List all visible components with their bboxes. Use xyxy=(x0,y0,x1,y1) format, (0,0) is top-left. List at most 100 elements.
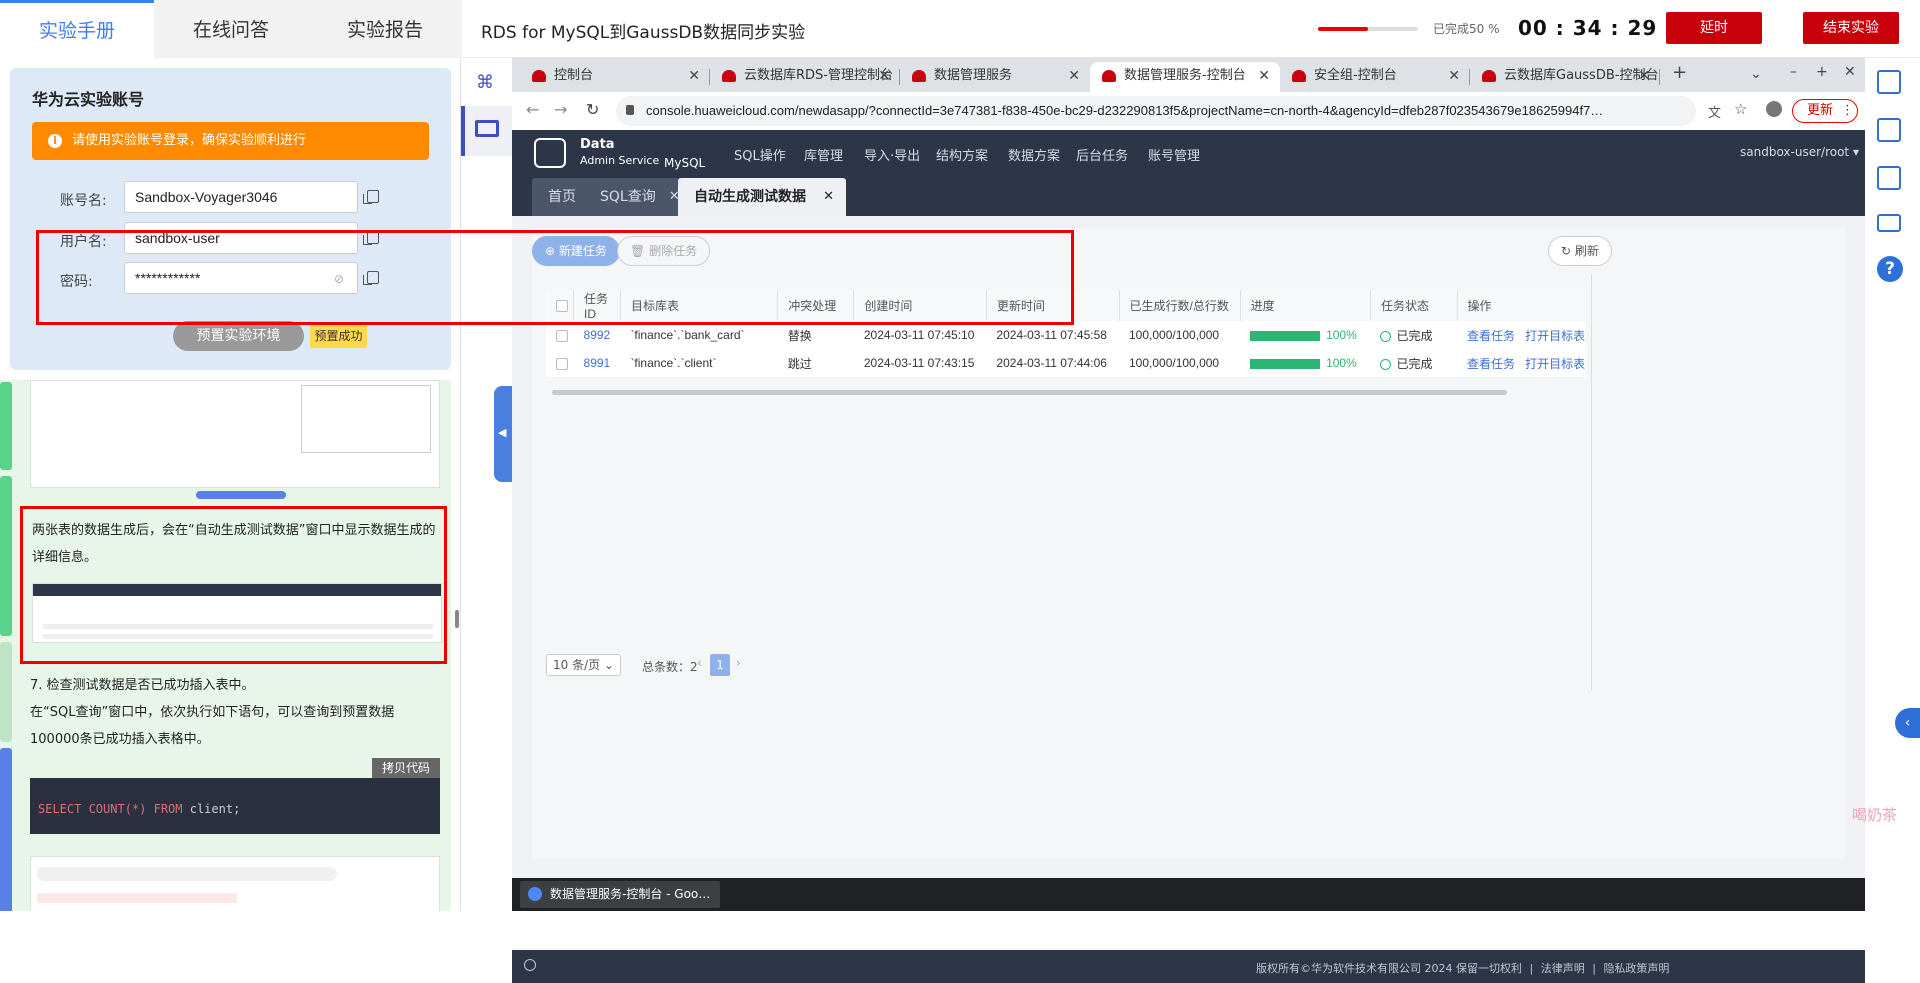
created-time: 2024-03-11 07:45:10 xyxy=(863,328,975,342)
tab-auto-generate[interactable]: 自动生成测试数据 ✕ xyxy=(678,178,846,216)
profile-icon[interactable] xyxy=(1766,101,1782,117)
new-tab-icon[interactable]: + xyxy=(1672,62,1687,83)
open-table-link[interactable]: 打开目标表 xyxy=(1525,329,1585,343)
account-field[interactable]: Sandbox-Voyager3046 xyxy=(124,181,358,213)
fullscreen-icon[interactable] xyxy=(1877,70,1901,94)
maximize-icon[interactable]: + xyxy=(1816,64,1828,80)
tab-sql-query-label: SQL查询 xyxy=(600,189,656,205)
progress-percent: 100% xyxy=(1326,328,1357,342)
open-table-link[interactable]: 打开目标表 xyxy=(1525,357,1585,371)
tab-search-icon[interactable]: ⌄ xyxy=(1750,66,1762,82)
close-icon[interactable]: ✕ xyxy=(823,178,834,216)
close-icon[interactable]: ✕ xyxy=(1448,62,1460,90)
tab-lab-report[interactable]: 实验报告 xyxy=(308,0,462,58)
sql-toolbar-image xyxy=(37,867,337,881)
url-field[interactable]: console.huaweicloud.com/newdasapp/?conne… xyxy=(616,96,1696,126)
translate-icon[interactable]: 文 xyxy=(1708,102,1721,121)
update-browser-button[interactable]: 更新 ⋮ xyxy=(1792,99,1858,123)
section-marker xyxy=(0,382,12,470)
bookmark-star-icon[interactable]: ☆ xyxy=(1734,100,1747,118)
globe-icon[interactable] xyxy=(524,959,536,971)
add-note-icon[interactable] xyxy=(1877,118,1901,142)
close-window-icon[interactable]: ✕ xyxy=(1844,64,1856,80)
experiment-title: RDS for MySQL到GaussDB数据同步实验 xyxy=(481,23,806,43)
huawei-logo-icon xyxy=(532,70,546,82)
topology-icon[interactable]: ⌘ xyxy=(476,72,498,94)
forward-icon[interactable]: → xyxy=(554,100,567,119)
footer-copyright: 版权所有©华为软件技术有限公司 2024 保留一切权利 xyxy=(1256,962,1522,975)
nav-background-tasks[interactable]: 后台任务 xyxy=(1076,145,1128,164)
row-checkbox[interactable] xyxy=(556,329,568,342)
nav-accounts[interactable]: 账号管理 xyxy=(1148,145,1200,164)
thumbnail-row xyxy=(43,634,433,639)
page-size-select[interactable]: 10 条/页 ⌄ xyxy=(546,654,622,676)
app-tabs: 首页 SQL查询 ✕ 自动生成测试数据 ✕ xyxy=(512,176,1865,216)
end-lab-button[interactable]: 结束实验 xyxy=(1803,12,1899,44)
expand-panel-button[interactable]: ‹ xyxy=(1895,708,1920,738)
reload-icon[interactable]: ↻ xyxy=(586,100,599,119)
progress-bar xyxy=(1250,358,1321,369)
edit-report-icon[interactable] xyxy=(1877,166,1901,190)
task-id-link[interactable]: 8992 xyxy=(584,328,611,342)
browser-tab-label: 云数据库RDS-管理控制台 xyxy=(744,68,893,83)
copy-icon[interactable] xyxy=(363,190,379,204)
row-checkbox[interactable] xyxy=(556,357,568,370)
nav-data-plan[interactable]: 数据方案 xyxy=(1008,145,1060,164)
nav-sql[interactable]: SQL操作 xyxy=(734,145,786,164)
collapse-panel-button[interactable]: ◀ xyxy=(494,386,512,482)
progress-fill xyxy=(1318,27,1368,31)
page-button[interactable]: 1 xyxy=(710,654,730,676)
browser-tab[interactable]: 云数据库GaussDB-控制台 ✕ xyxy=(1470,62,1660,92)
table-hscrollbar[interactable] xyxy=(552,390,1507,395)
progress-bar xyxy=(1318,27,1418,31)
browser-tab-active[interactable]: 数据管理服务-控制台 ✕ xyxy=(1090,62,1280,92)
refresh-button[interactable]: ↻ 刷新 xyxy=(1548,236,1612,266)
task-id-link[interactable]: 8991 xyxy=(584,356,611,370)
status-cell: 已完成 xyxy=(1370,349,1457,377)
close-icon[interactable]: ✕ xyxy=(1638,62,1650,90)
nav-import-export[interactable]: 导入·导出 xyxy=(864,145,920,164)
delay-button[interactable]: 延时 xyxy=(1666,12,1762,44)
browser-tab[interactable]: 云数据库RDS-管理控制台 ✕ xyxy=(710,62,900,92)
taskbar-item[interactable]: 数据管理服务-控制台 - Goo… xyxy=(520,881,720,908)
next-page-icon[interactable]: › xyxy=(736,656,741,670)
more-menu-icon: ⋮ xyxy=(1841,103,1855,118)
help-icon[interactable]: ? xyxy=(1877,256,1903,282)
browser-tab[interactable]: 控制台 ✕ xyxy=(520,62,710,92)
prev-page-icon[interactable]: ‹ xyxy=(697,656,702,670)
tab-online-qa[interactable]: 在线问答 xyxy=(154,0,308,58)
sql-screenshot xyxy=(30,856,440,911)
countdown-timer: 00 : 34 : 29 xyxy=(1518,16,1658,40)
nav-schema[interactable]: 结构方案 xyxy=(936,145,988,164)
tab-sql-query[interactable]: SQL查询 ✕ xyxy=(584,178,690,216)
thumbnail-row xyxy=(43,624,433,629)
browser-tab[interactable]: 安全组-控制台 ✕ xyxy=(1280,62,1470,92)
user-menu[interactable]: sandbox-user/root ▾ xyxy=(1740,145,1859,159)
tab-auto-generate-label: 自动生成测试数据 xyxy=(694,189,806,205)
browser-tab-strip: 控制台 ✕ 云数据库RDS-管理控制台 ✕ 数据管理服务 ✕ 数据管理服务-控制台 ✕ … xyxy=(512,58,1865,92)
tab-lab-manual[interactable]: 实验手册 xyxy=(0,0,154,58)
desktop-view-button[interactable] xyxy=(461,106,512,156)
highlighted-step: 两张表的数据生成后，会在“自动生成测试数据”窗口中显示数据生成的详细信息。 xyxy=(20,506,447,664)
copy-code-button[interactable]: 拷贝代码 xyxy=(372,758,440,778)
preset-env-button[interactable]: 预置实验环境 xyxy=(173,321,304,351)
remote-screen-icon[interactable] xyxy=(1877,214,1901,232)
close-icon[interactable]: ✕ xyxy=(688,62,700,90)
close-icon[interactable]: ✕ xyxy=(1068,62,1080,90)
minimize-icon[interactable]: – xyxy=(1790,64,1797,80)
panel-scrollbar[interactable] xyxy=(455,610,459,628)
nav-db-manage[interactable]: 库管理 xyxy=(804,145,843,164)
manual-content[interactable]: 两张表的数据生成后，会在“自动生成测试数据”窗口中显示数据生成的详细信息。 7.… xyxy=(0,380,451,911)
code-keyword: SELECT COUNT(*) FROM xyxy=(38,802,183,816)
legal-link[interactable]: 法律声明 xyxy=(1541,962,1585,975)
close-icon[interactable]: ✕ xyxy=(878,62,890,90)
view-task-link[interactable]: 查看任务 xyxy=(1467,357,1515,371)
tab-home[interactable]: 首页 xyxy=(532,178,592,216)
view-task-link[interactable]: 查看任务 xyxy=(1467,329,1515,343)
close-icon[interactable]: ✕ xyxy=(1258,62,1270,90)
login-warning: i 请使用实验账号登录，确保实验顺利进行 xyxy=(32,122,429,160)
browser-tab[interactable]: 数据管理服务 ✕ xyxy=(900,62,1090,92)
progress-bar xyxy=(1250,330,1321,341)
back-icon[interactable]: ← xyxy=(526,100,539,119)
privacy-link[interactable]: 隐私政策声明 xyxy=(1603,962,1669,975)
